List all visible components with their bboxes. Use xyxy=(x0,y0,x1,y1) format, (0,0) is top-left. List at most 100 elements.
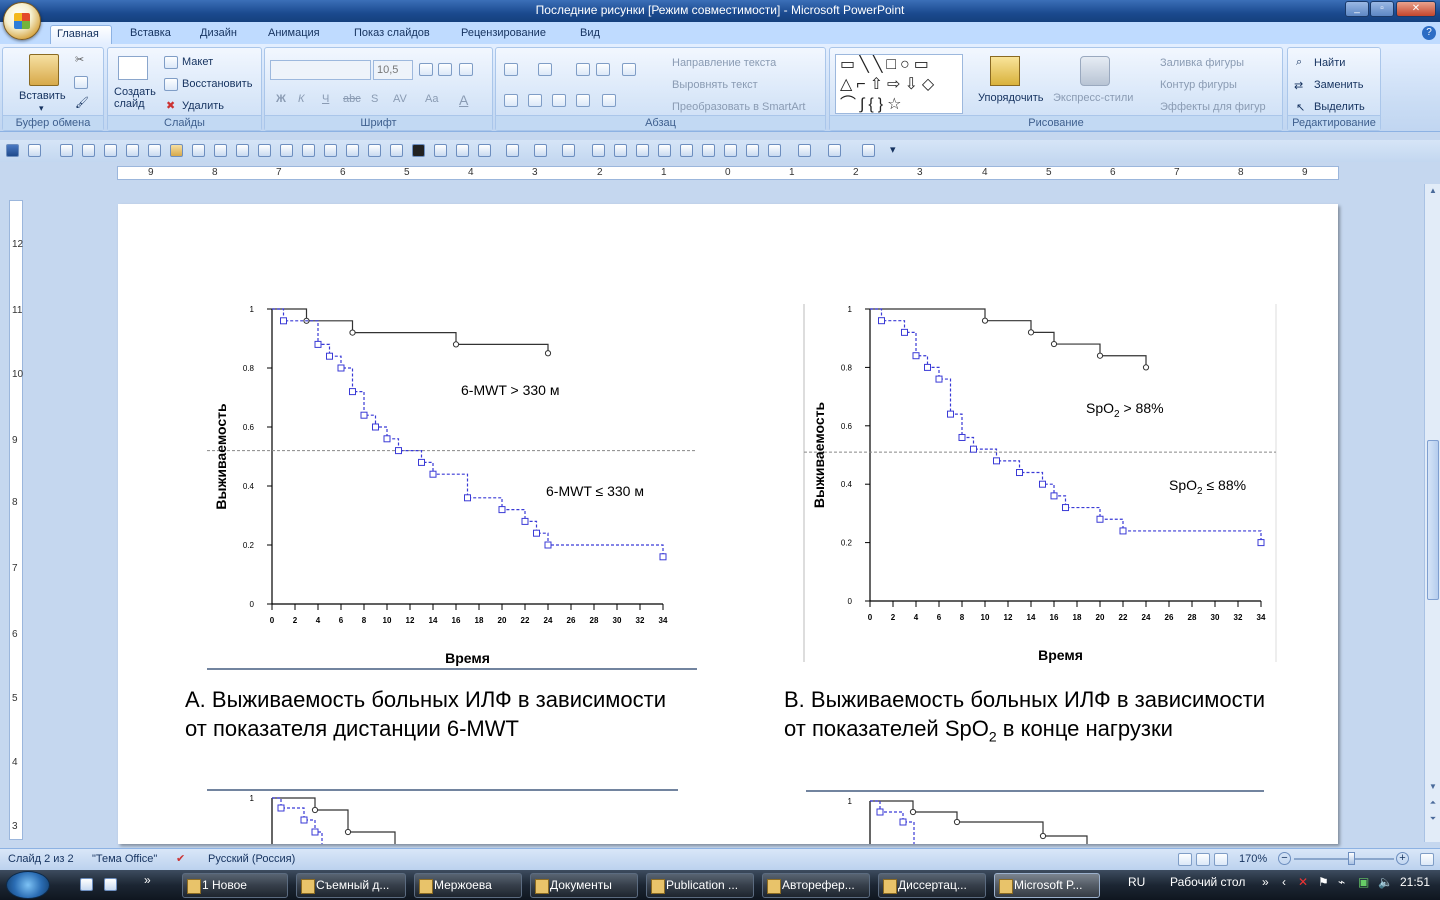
dash-style-icon[interactable] xyxy=(562,144,575,157)
new-icon[interactable] xyxy=(82,144,95,157)
tab-animation[interactable]: Анимация xyxy=(262,25,326,44)
normal-view-icon[interactable] xyxy=(1178,853,1192,866)
edit-icon[interactable] xyxy=(126,144,139,157)
line-color-icon[interactable] xyxy=(506,144,519,157)
line-style-icon[interactable] xyxy=(534,144,547,157)
bullets-icon[interactable] xyxy=(504,63,518,76)
scroll-up-icon[interactable]: ▲ xyxy=(1427,186,1439,198)
tab-review[interactable]: Рецензирование xyxy=(455,25,552,44)
taskbar-item[interactable]: Диссертац... xyxy=(878,873,986,898)
shadow-button[interactable]: S xyxy=(371,93,378,105)
group-icon[interactable] xyxy=(236,144,249,157)
duplicate-icon[interactable] xyxy=(214,144,227,157)
arrange-icon[interactable] xyxy=(990,56,1020,86)
delete-button[interactable]: Удалить xyxy=(182,100,224,112)
usb-icon[interactable]: ⌁ xyxy=(1338,875,1345,889)
select-button[interactable]: Выделить xyxy=(1314,101,1365,113)
text-direction-button[interactable]: Направление текста xyxy=(672,57,776,69)
reset-button[interactable]: Восстановить xyxy=(182,78,252,90)
paste-dropdown-icon[interactable]: ▾ xyxy=(39,103,44,114)
grow-font-icon[interactable] xyxy=(419,63,433,76)
distribute-icon[interactable] xyxy=(368,144,381,157)
start-button[interactable] xyxy=(6,871,50,899)
close-button[interactable]: ✕ xyxy=(1396,1,1436,17)
page-icon[interactable] xyxy=(258,144,271,157)
close-shape-icon[interactable] xyxy=(592,144,605,157)
quicklaunch-more-icon[interactable]: » xyxy=(144,873,151,887)
paste-button[interactable]: Вставить xyxy=(19,90,66,102)
shape-effects-button[interactable]: Эффекты для фигур xyxy=(1160,101,1266,113)
cut-icon[interactable]: ✂ xyxy=(75,53,84,66)
help-icon[interactable]: ? xyxy=(1422,26,1436,40)
toolbar-more-icon[interactable]: » xyxy=(1262,875,1269,889)
send-backward-icon[interactable] xyxy=(798,144,811,157)
slideshow-view-icon[interactable] xyxy=(1214,853,1228,866)
align-right-icon[interactable] xyxy=(552,94,566,107)
network-icon[interactable]: ▣ xyxy=(1358,875,1369,889)
copy-icon[interactable] xyxy=(74,76,88,89)
zoom-out-icon[interactable]: − xyxy=(1278,852,1291,865)
convert-smartart-button[interactable]: Преобразовать в SmartArt xyxy=(672,101,805,113)
taskbar-item-active[interactable]: Microsoft P... xyxy=(994,873,1100,898)
redo-icon[interactable] xyxy=(60,144,73,157)
distribute-vertical-icon[interactable] xyxy=(390,144,403,157)
clear-icon[interactable] xyxy=(862,144,875,157)
picture-icon[interactable] xyxy=(746,144,759,157)
customize-qat-icon[interactable]: ▾ xyxy=(890,143,896,156)
undo-icon[interactable] xyxy=(28,144,41,157)
previous-slide-icon[interactable]: ⏶ xyxy=(1427,798,1439,810)
clear-format-icon[interactable] xyxy=(459,63,473,76)
strikethrough-button[interactable]: abc xyxy=(343,93,361,105)
omega-icon[interactable] xyxy=(456,144,469,157)
italic-button[interactable]: К xyxy=(298,93,304,105)
taskbar-item[interactable]: Съемный д... xyxy=(296,873,406,898)
shape-fill-button[interactable]: Заливка фигуры xyxy=(1160,57,1244,69)
taskbar-item[interactable]: Авторефер... xyxy=(762,873,870,898)
tray-icon[interactable]: ⚑ xyxy=(1318,875,1329,889)
replace-button[interactable]: Заменить xyxy=(1314,79,1363,91)
change-case-button[interactable]: Aa xyxy=(425,93,438,105)
subscript-icon[interactable] xyxy=(434,144,447,157)
slide-canvas[interactable]: 0 0.2 0.4 0.6 0.8 1 0 2 4 6 8 10 12 14 16 18 20 22 24 26 28 3… xyxy=(118,204,1338,844)
security-icon[interactable]: ✕ xyxy=(1298,875,1308,889)
numbering-icon[interactable] xyxy=(538,63,552,76)
zoom-in-icon[interactable]: + xyxy=(1396,852,1409,865)
new-slide-button[interactable]: Создать слайд xyxy=(114,86,160,110)
maximize-button[interactable]: ▫ xyxy=(1370,1,1394,17)
align-text-button[interactable]: Выровнять текст xyxy=(672,79,758,91)
shrink-font-icon[interactable] xyxy=(438,63,452,76)
align-left-icon[interactable] xyxy=(504,94,518,107)
language-indicator[interactable]: Русский (Россия) xyxy=(208,849,295,869)
taskbar-item[interactable]: Мержоева xyxy=(414,873,522,898)
minimize-button[interactable]: _ xyxy=(1345,1,1369,17)
underline-button[interactable]: Ч xyxy=(322,93,329,105)
fit-to-window-icon[interactable] xyxy=(1420,853,1434,866)
align-center-icon[interactable] xyxy=(528,94,542,107)
layout-button[interactable]: Макет xyxy=(182,56,213,68)
quick-styles-icon[interactable] xyxy=(1080,56,1110,86)
taskbar-item[interactable]: 1 Новое xyxy=(182,873,288,898)
align-top-icon[interactable] xyxy=(280,144,293,157)
tray-expand-icon[interactable]: ‹ xyxy=(1282,875,1286,889)
print-icon[interactable] xyxy=(614,144,627,157)
tab-design[interactable]: Дизайн xyxy=(194,25,243,44)
grid-icon[interactable] xyxy=(658,144,671,157)
font-size-combo[interactable]: 10,5 xyxy=(373,60,413,80)
shadow-effect-icon[interactable] xyxy=(828,144,841,157)
office-button[interactable] xyxy=(3,2,41,40)
line-spacing-icon[interactable] xyxy=(622,63,636,76)
tab-home[interactable]: Главная xyxy=(50,25,112,44)
spacing-button[interactable]: AV xyxy=(393,93,407,105)
line-weight-icon[interactable] xyxy=(412,144,425,157)
new-slide-icon[interactable] xyxy=(118,56,148,80)
language-bar[interactable]: RU xyxy=(1128,875,1145,889)
align-center-objects-icon[interactable] xyxy=(324,144,337,157)
tab-slideshow[interactable]: Показ слайдов xyxy=(348,25,436,44)
copy-format-icon[interactable] xyxy=(192,144,205,157)
slide-sorter-icon[interactable] xyxy=(1196,853,1210,866)
align-left-objects-icon[interactable] xyxy=(302,144,315,157)
bold-button[interactable]: Ж xyxy=(276,93,286,105)
zoom-level[interactable]: 170% xyxy=(1239,849,1267,869)
find-button[interactable]: Найти xyxy=(1314,57,1345,69)
scroll-thumb[interactable] xyxy=(1427,440,1439,600)
